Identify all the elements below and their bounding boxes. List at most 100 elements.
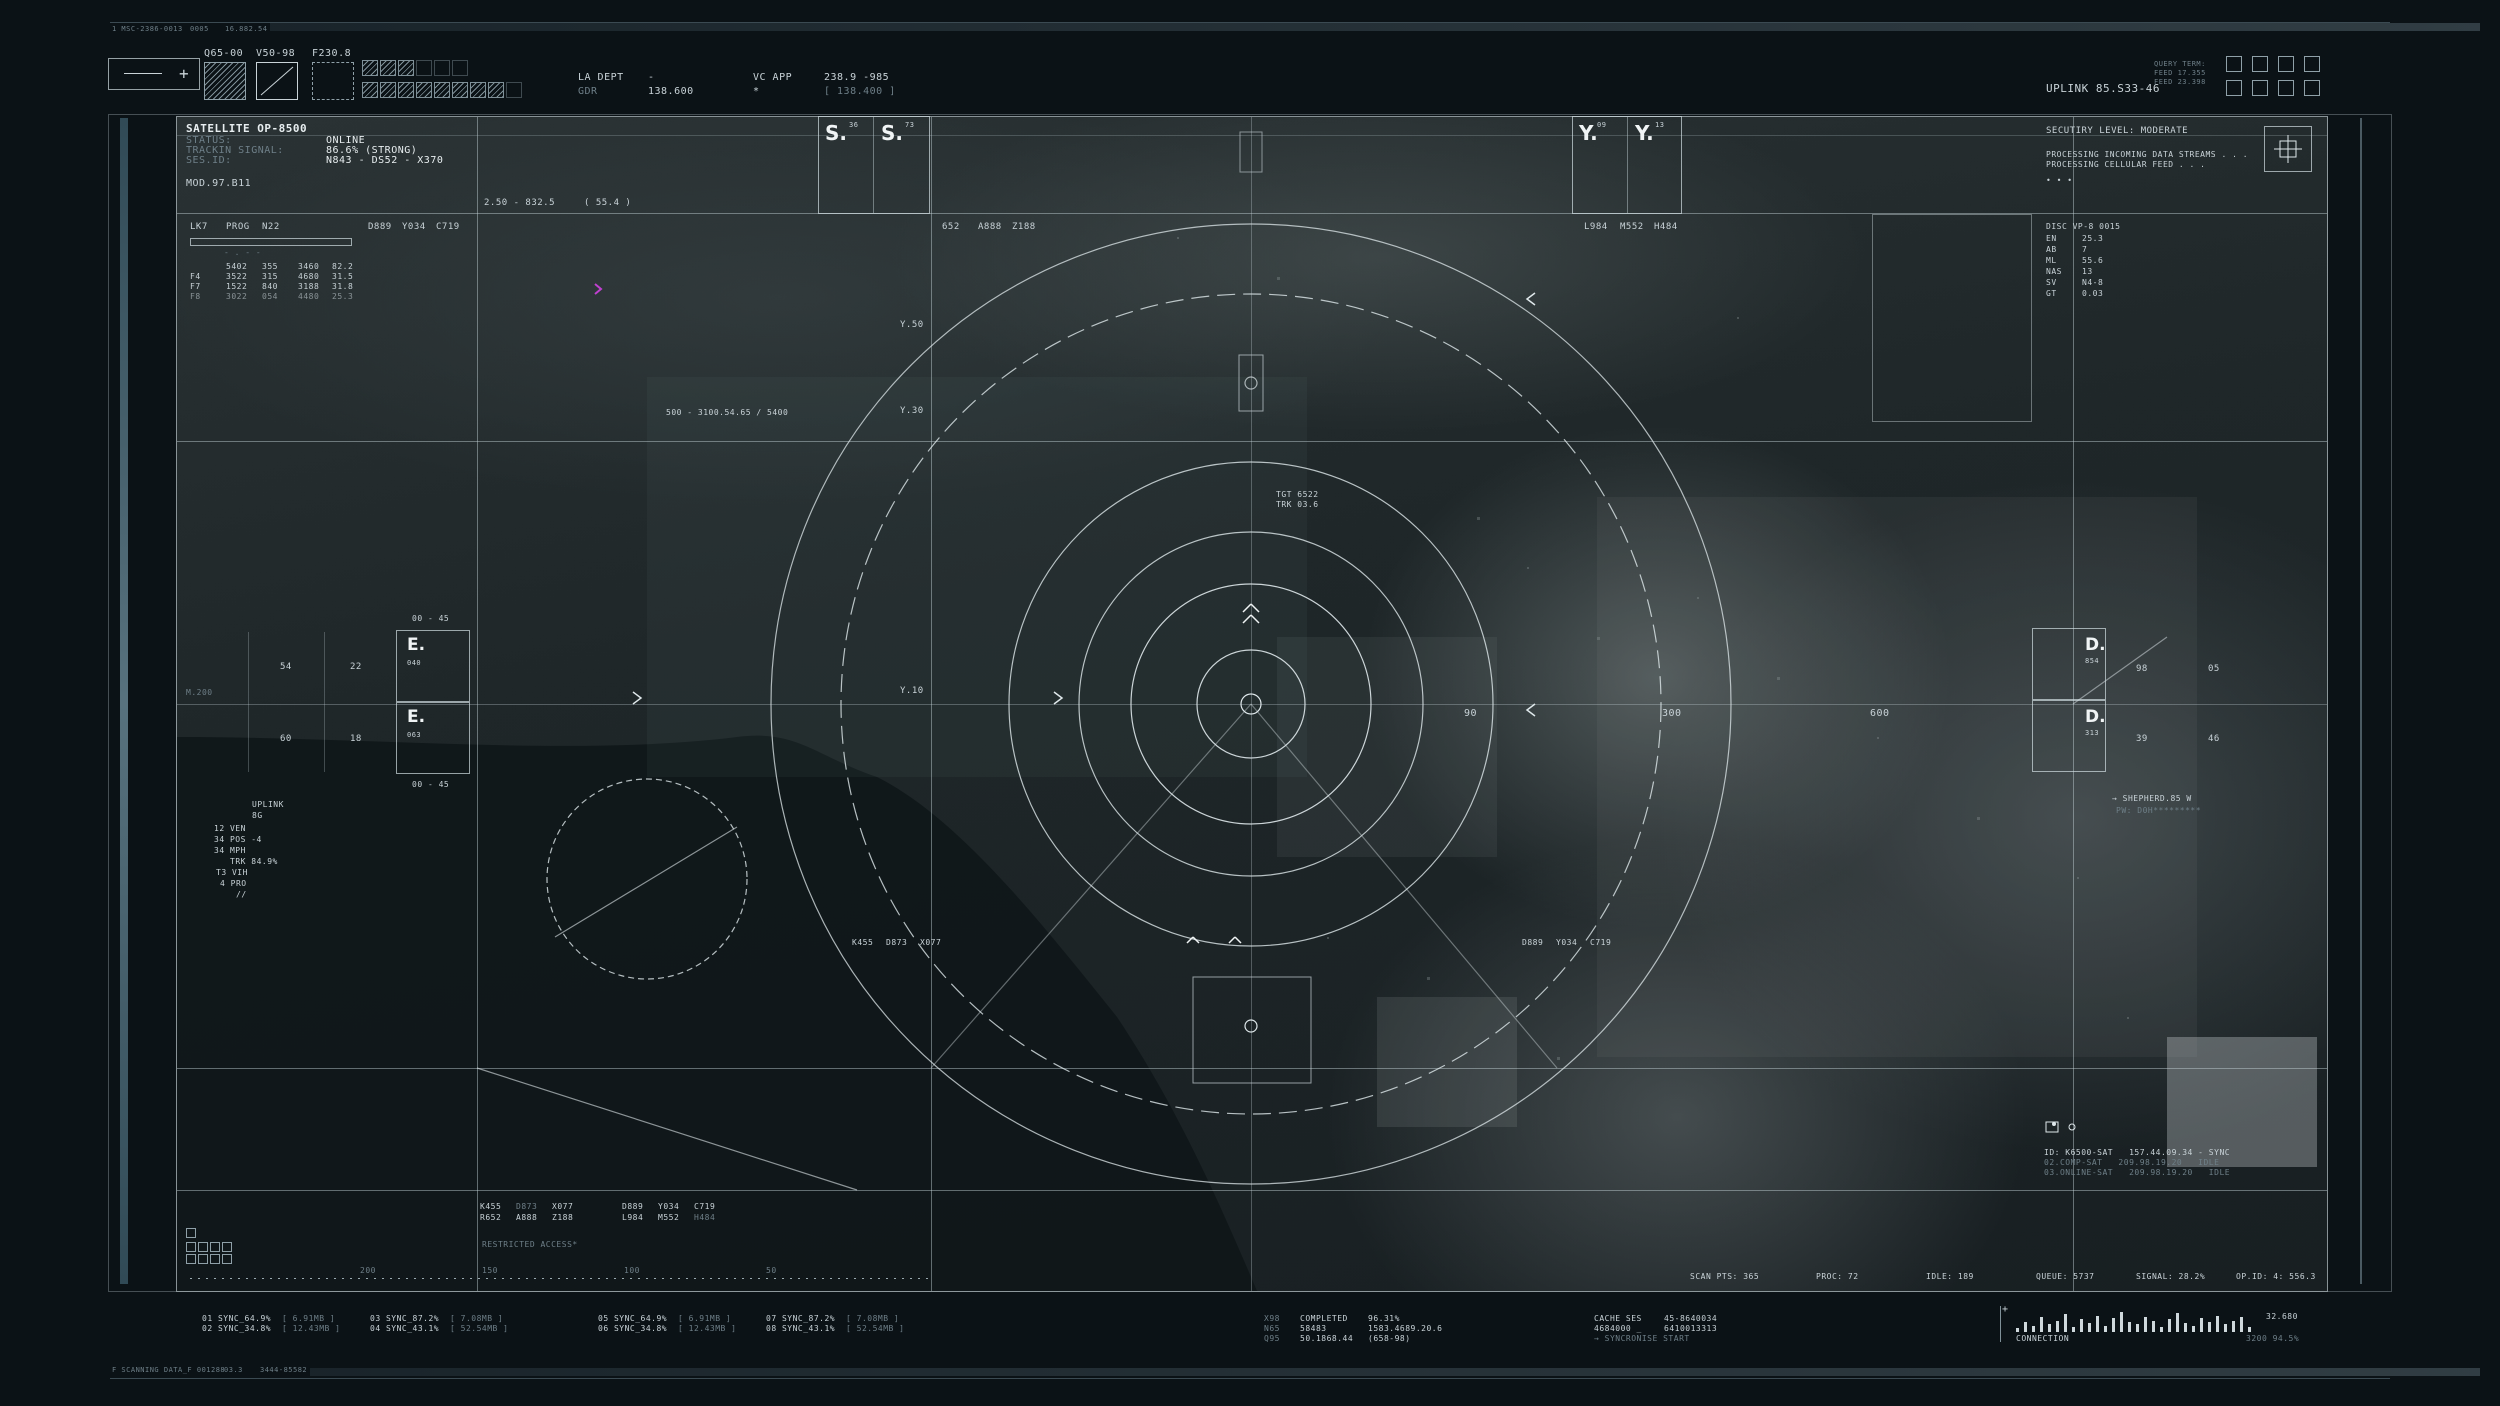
signal-bar (2088, 1323, 2091, 1332)
sync-size: [ 12.43MB ] (282, 1324, 341, 1333)
grid-cell[interactable] (222, 1242, 232, 1252)
range-label: 2.50 - 832.5 (484, 198, 556, 208)
proc: PROC: 72 (1816, 1272, 1859, 1281)
code: 652 (942, 222, 960, 232)
sector-y-box[interactable]: Y. 09 Y. 13 (1572, 116, 1682, 214)
signal-bar (2128, 1322, 2131, 1332)
grid-cell[interactable] (186, 1242, 196, 1252)
query-button[interactable] (2226, 80, 2242, 96)
cell: 4680 (298, 272, 320, 281)
sector-y1-sup: 09 (1597, 121, 1607, 129)
zoom-out-icon[interactable] (124, 73, 162, 74)
query-button[interactable] (2304, 80, 2320, 96)
sync-entry: 05 SYNC_64.9% (598, 1314, 668, 1323)
signal-bar (2072, 1327, 2075, 1332)
code: Y034 (1556, 938, 1578, 947)
tool-cell[interactable] (506, 82, 522, 98)
query-button[interactable] (2304, 56, 2320, 72)
select-tool-button[interactable] (312, 62, 354, 100)
password-field[interactable]: PW: D0H********* (2116, 806, 2201, 815)
sync-size: [ 7.08MB ] (450, 1314, 504, 1323)
query-button[interactable] (2278, 56, 2294, 72)
tool-cell[interactable] (452, 82, 468, 98)
grid-cell[interactable] (222, 1254, 232, 1264)
grid-cell[interactable] (210, 1254, 220, 1264)
sector-s-box[interactable]: S. 36 S. 73 (818, 116, 930, 214)
tool-cell[interactable] (488, 82, 504, 98)
tool-cell[interactable] (434, 82, 450, 98)
signal-bar (2016, 1328, 2019, 1332)
signal-bar (2240, 1317, 2243, 1332)
sync-entry: 04 SYNC_43.1% (370, 1324, 440, 1333)
sync-size: [ 52.54MB ] (450, 1324, 509, 1333)
left-scroll-rail[interactable] (120, 118, 128, 1284)
code: Z188 (552, 1213, 574, 1222)
sync-size: [ 6.91MB ] (678, 1314, 732, 1323)
tool-cell[interactable] (398, 82, 414, 98)
query-button[interactable] (2278, 80, 2294, 96)
target-button[interactable] (2264, 126, 2312, 172)
signal-bar (2184, 1323, 2187, 1332)
code: D873 (516, 1202, 538, 1211)
sector-d1-box[interactable]: D. 854 (2032, 628, 2106, 700)
query-button[interactable] (2252, 56, 2268, 72)
tool-cell[interactable] (452, 60, 468, 76)
tool-cell[interactable] (380, 82, 396, 98)
lk-code: D889 (368, 222, 392, 232)
cell: F8 (190, 292, 201, 301)
q-label: Q65-00 (204, 48, 244, 59)
connection-pct: 3200 94.5% (2246, 1334, 2300, 1343)
cell: F4 (190, 272, 201, 281)
sync-start-link[interactable]: → SYNCRONISE START (1594, 1334, 1690, 1343)
uplink-line: TRK 84.9% (230, 857, 278, 866)
grid-cell[interactable] (186, 1228, 196, 1238)
dots-indicator: • • • (2046, 176, 2073, 185)
query-button[interactable] (2252, 80, 2268, 96)
tool-cell[interactable] (380, 60, 396, 76)
tool-cell[interactable] (398, 60, 414, 76)
scale-label: 50 (766, 1266, 777, 1275)
grid-cell[interactable] (198, 1242, 208, 1252)
sync-entry: 06 SYNC_34.8% (598, 1324, 668, 1333)
grid-selector[interactable] (186, 1228, 242, 1268)
tool-cell[interactable] (470, 82, 486, 98)
bottom-tiny: 03.3 (224, 1366, 243, 1374)
signal-bar (2112, 1318, 2115, 1332)
lk-code: C719 (436, 222, 460, 232)
grid-cell[interactable] (186, 1254, 196, 1264)
zoom-in-icon[interactable]: + (179, 64, 189, 83)
line-tool-button[interactable] (256, 62, 298, 100)
query-button[interactable] (2226, 56, 2242, 72)
code: M552 (1620, 222, 1644, 232)
sector-s1: S. (825, 121, 848, 145)
tool-cell[interactable] (362, 60, 378, 76)
lk-progress-bar (190, 238, 352, 246)
code: X077 (552, 1202, 574, 1211)
sector-e1-sub: 040 (407, 659, 422, 667)
sync-size: [ 12.43MB ] (678, 1324, 737, 1333)
grid-cell[interactable] (210, 1242, 220, 1252)
playback-controls[interactable] (2044, 1118, 2094, 1136)
cell: 82.2 (332, 262, 354, 271)
top-bar-code: 0005 (190, 25, 209, 33)
grid-cell[interactable] (198, 1254, 208, 1264)
crosshair-icon (2274, 135, 2302, 163)
plus-icon[interactable]: + (2002, 1304, 2009, 1315)
zoom-control[interactable]: + (108, 58, 200, 90)
tool-cell[interactable] (434, 60, 450, 76)
tool-cell[interactable] (362, 82, 378, 98)
bottom-strip-bar (310, 1368, 2480, 1376)
range-300: 300 (1662, 708, 1682, 719)
hatch-pattern-button[interactable] (204, 62, 246, 100)
sector-e2-box[interactable]: E. 063 (396, 702, 470, 774)
divider (1627, 117, 1628, 213)
query-line: FEED 23.398 (2154, 78, 2206, 86)
sector-e1-box[interactable]: E. 040 (396, 630, 470, 702)
tool-cell[interactable] (416, 60, 432, 76)
uplink-line: 8G (252, 811, 263, 820)
disc-key: GT (2046, 289, 2057, 298)
sector-d2-box[interactable]: D. 313 (2032, 700, 2106, 772)
uplink-line: 12 VEN (214, 824, 246, 833)
code: A888 (978, 222, 1002, 232)
tool-cell[interactable] (416, 82, 432, 98)
